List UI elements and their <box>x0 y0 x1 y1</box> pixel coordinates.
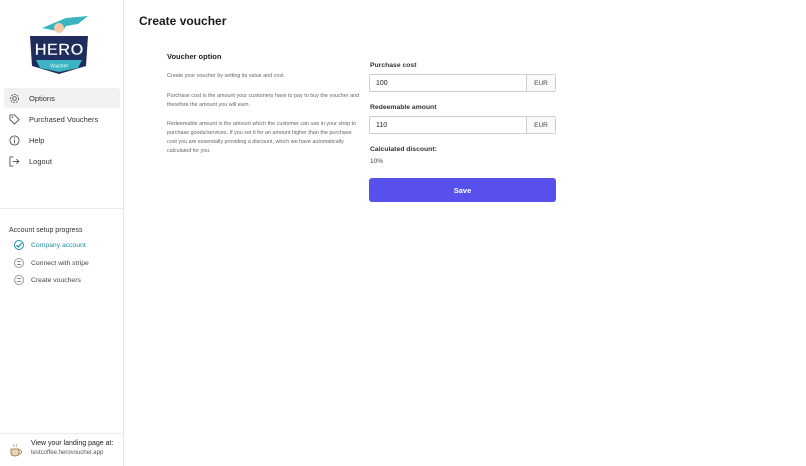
landing-page-title: View your landing page at: <box>31 440 114 447</box>
sidebar-item-logout[interactable]: Logout <box>4 151 120 171</box>
sidebar-item-label: Purchased Vouchers <box>29 114 99 124</box>
logo-graphic: HERO Voucher <box>30 16 88 74</box>
progress-step-create-vouchers[interactable]: Create vouchers <box>14 275 81 285</box>
redeemable-amount-input[interactable] <box>370 117 526 133</box>
description-intro: Create your voucher by setting its value… <box>167 73 286 79</box>
currency-suffix: EUR <box>526 117 555 133</box>
setup-progress-title: Account setup progress <box>9 227 83 234</box>
pending-circle-icon <box>14 258 24 268</box>
purchase-cost-field: EUR <box>369 74 556 92</box>
sidebar-item-purchased-vouchers[interactable]: Purchased Vouchers <box>4 109 120 129</box>
main-content: Create voucher Voucher option Create you… <box>124 0 806 466</box>
purchase-cost-label: Purchase cost <box>370 62 417 69</box>
currency-suffix: EUR <box>526 75 555 91</box>
sidebar: HERO Voucher Options Purchased Vouchers … <box>0 0 124 466</box>
purchase-cost-input[interactable] <box>370 75 526 91</box>
coffee-cup-icon <box>8 442 25 459</box>
sidebar-divider <box>0 208 124 209</box>
info-icon <box>8 134 20 146</box>
description-purchase-cost: Purchase cost is the amount your custome… <box>167 93 360 108</box>
landing-page-footer[interactable]: View your landing page at: testcoffee.he… <box>8 440 113 459</box>
gear-icon <box>8 92 20 104</box>
redeemable-amount-field: EUR <box>369 116 556 134</box>
landing-page-link[interactable]: testcoffee.herovoucher.app <box>31 450 113 456</box>
logo-subtext: Voucher <box>50 64 69 70</box>
progress-step-connect-stripe[interactable]: Connect with stripe <box>14 258 89 268</box>
logo-text: HERO <box>34 40 83 59</box>
logout-icon <box>8 155 20 167</box>
sidebar-item-label: Logout <box>29 156 52 166</box>
hero-voucher-logo[interactable]: HERO Voucher <box>22 14 96 76</box>
calculated-discount-label: Calculated discount: <box>370 146 437 153</box>
tag-icon <box>8 113 20 125</box>
description-redeemable-amount: Redeemable amount is the amount which th… <box>167 121 357 154</box>
check-circle-icon <box>14 240 24 250</box>
progress-step-label: Create vouchers <box>31 276 81 284</box>
pending-circle-icon <box>14 275 24 285</box>
sidebar-item-label: Help <box>29 135 45 145</box>
sidebar-item-options[interactable]: Options <box>4 88 120 108</box>
progress-step-company-account[interactable]: Company account <box>14 240 86 250</box>
redeemable-amount-label: Redeemable amount <box>370 104 437 111</box>
sidebar-item-label: Options <box>29 93 55 103</box>
sidebar-item-help[interactable]: Help <box>4 130 120 150</box>
section-title: Voucher option <box>167 52 222 61</box>
footer-divider <box>0 433 124 434</box>
page-title: Create voucher <box>139 14 227 28</box>
progress-step-label: Company account <box>31 241 86 249</box>
progress-step-label: Connect with stripe <box>31 259 89 267</box>
save-button[interactable]: Save <box>369 178 556 202</box>
calculated-discount-value: 10% <box>370 158 384 165</box>
